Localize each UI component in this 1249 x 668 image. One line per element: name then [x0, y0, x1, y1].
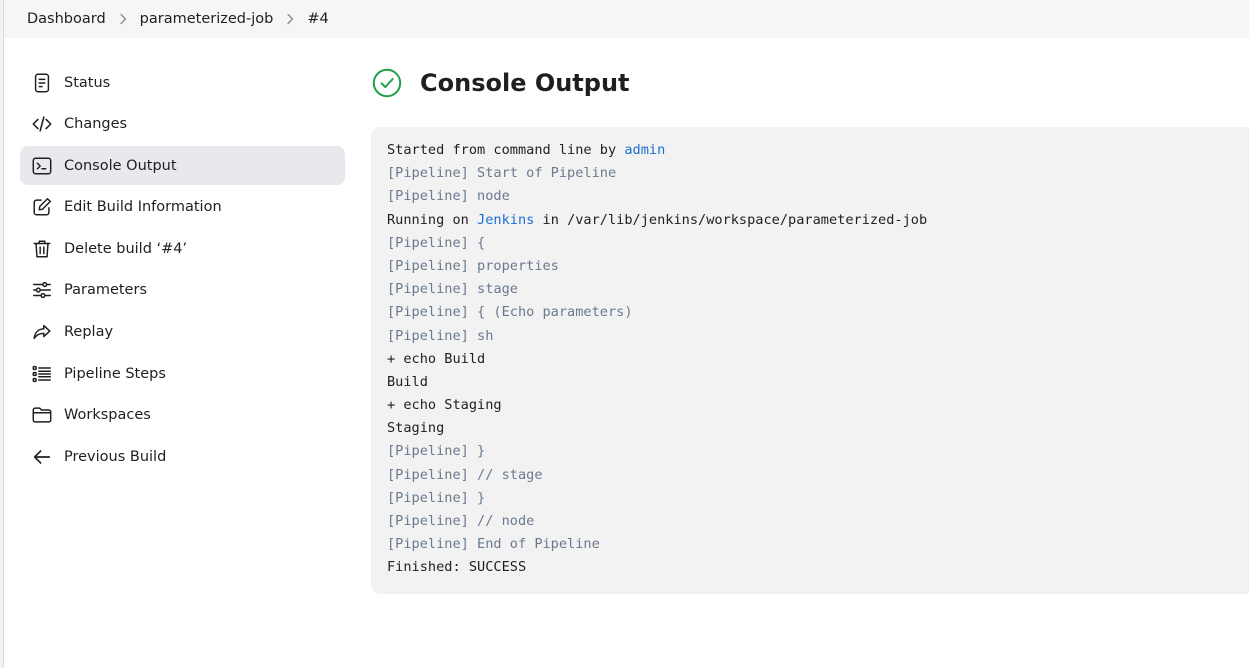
sidebar-item-changes[interactable]: Changes	[20, 105, 345, 144]
terminal-icon	[31, 155, 53, 177]
console-line-running: Running on Jenkins in /var/lib/jenkins/w…	[387, 209, 1233, 232]
sidebar-item-label: Previous Build	[64, 448, 167, 465]
left-window-edge	[0, 0, 4, 668]
sidebar-item-label: Replay	[64, 324, 114, 341]
sidebar-item-label: Console Output	[64, 157, 177, 174]
arrow-left-icon	[31, 446, 53, 468]
console-line: [Pipeline] // node	[387, 513, 535, 529]
console-text: Running on	[387, 211, 478, 228]
console-line: + echo Staging	[387, 397, 502, 414]
sidebar-item-label: Status	[64, 74, 111, 91]
console-line: Build	[387, 373, 428, 390]
folder-icon	[31, 404, 53, 426]
sidebar-item-replay[interactable]: Replay	[20, 313, 345, 352]
breadcrumb-build[interactable]: #4	[304, 11, 331, 27]
sidebar-item-label: Pipeline Steps	[64, 365, 166, 382]
sliders-icon	[31, 279, 53, 301]
sidebar-item-status[interactable]: Status	[20, 63, 345, 102]
breadcrumb: Dashboard parameterized-job #4	[4, 0, 1249, 38]
document-icon	[31, 72, 53, 94]
edit-icon	[31, 196, 53, 218]
page-title: Console Output	[420, 69, 630, 97]
sidebar-item-label: Workspaces	[64, 407, 151, 424]
console-text: in /var/lib/jenkins/workspace/parameteri…	[534, 211, 928, 228]
console-line: [Pipeline] }	[387, 443, 486, 460]
console-line: [Pipeline] stage	[387, 281, 518, 298]
user-link[interactable]: admin	[624, 142, 665, 158]
console-line: [Pipeline] {	[387, 234, 486, 251]
chevron-right-icon	[109, 13, 137, 25]
sidebar-item-label: Edit Build Information	[64, 199, 222, 216]
sidebar-item-label: Delete build ‘#4’	[64, 240, 188, 257]
sidebar-item-edit-build-information[interactable]: Edit Build Information	[20, 188, 345, 227]
agent-link[interactable]: Jenkins	[477, 212, 534, 228]
trash-icon	[31, 238, 53, 260]
replay-icon	[31, 321, 53, 343]
sidebar-item-label: Changes	[64, 116, 128, 133]
page-header: Console Output	[371, 63, 1249, 103]
console-output-panel: Started from command line by admin [Pipe…	[371, 127, 1249, 594]
console-line-started: Started from command line by admin	[387, 139, 1233, 162]
sidebar-item-delete-build[interactable]: Delete build ‘#4’	[20, 229, 345, 268]
code-icon	[31, 113, 53, 135]
console-line: [Pipeline] node	[387, 188, 510, 205]
chevron-right-icon	[276, 13, 304, 25]
sidebar-item-pipeline-steps[interactable]: Pipeline Steps	[20, 354, 345, 393]
console-line: + echo Build	[387, 350, 486, 367]
console-line: [Pipeline] sh	[387, 327, 494, 344]
sidebar: Status Changes Console Output Edit Build…	[20, 63, 345, 479]
console-line: [Pipeline] }	[387, 489, 486, 506]
success-check-icon	[372, 68, 402, 98]
breadcrumb-job[interactable]: parameterized-job	[137, 11, 277, 27]
console-line: Staging	[387, 420, 445, 437]
list-icon	[31, 363, 53, 385]
console-line: [Pipeline] properties	[387, 257, 559, 274]
console-lines: [Pipeline] { [Pipeline] properties [Pipeli…	[387, 232, 1233, 580]
sidebar-item-console-output[interactable]: Console Output	[20, 146, 345, 186]
console-line: [Pipeline] { (Echo parameters)	[387, 304, 633, 321]
console-line: [Pipeline] // stage	[387, 466, 543, 483]
sidebar-item-previous-build[interactable]: Previous Build	[20, 437, 345, 476]
console-line: [Pipeline] End of Pipeline	[387, 536, 600, 553]
sidebar-item-parameters[interactable]: Parameters	[20, 271, 345, 310]
main-content: Console Output Started from command line…	[371, 63, 1249, 594]
sidebar-item-workspaces[interactable]: Workspaces	[20, 396, 345, 435]
sidebar-item-label: Parameters	[64, 282, 147, 299]
console-line: [Pipeline] Start of Pipeline	[387, 165, 617, 182]
console-line: Finished: SUCCESS	[387, 559, 527, 576]
breadcrumb-dashboard[interactable]: Dashboard	[24, 11, 109, 27]
console-text: Started from command line by	[387, 142, 625, 158]
